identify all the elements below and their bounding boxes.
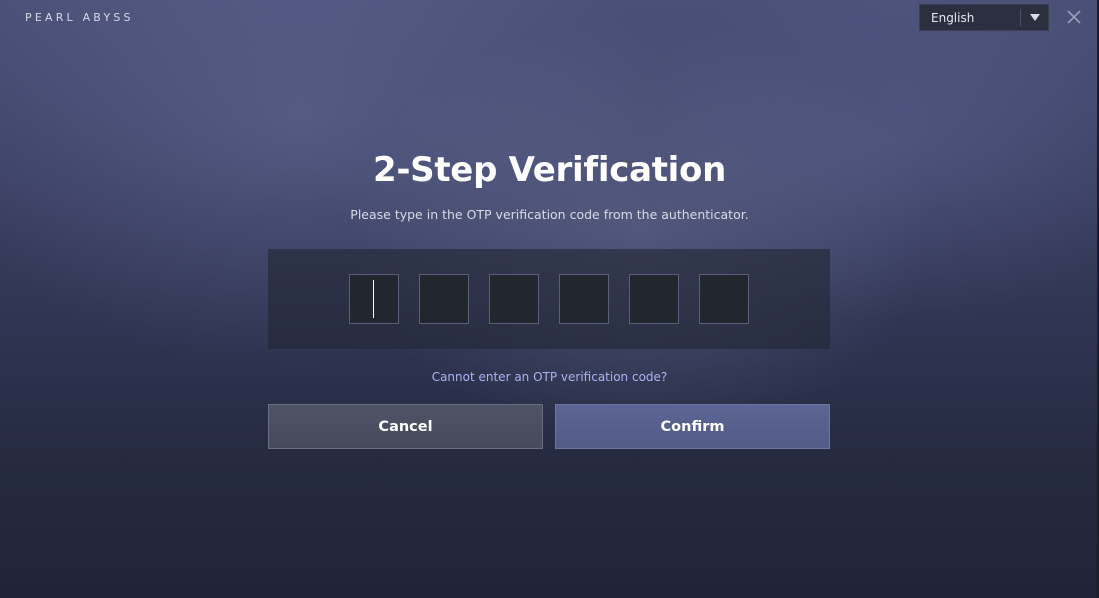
close-icon[interactable] [1064, 7, 1084, 27]
caret-down-icon[interactable] [1021, 14, 1048, 21]
otp-input-panel [268, 249, 830, 349]
otp-digit-6[interactable] [699, 274, 749, 324]
language-select[interactable]: English [919, 4, 1049, 31]
otp-digit-2[interactable] [419, 274, 469, 324]
page-subtitle: Please type in the OTP verification code… [350, 207, 749, 222]
language-select-value: English [931, 10, 975, 25]
otp-digit-1[interactable] [349, 274, 399, 324]
otp-digit-3[interactable] [489, 274, 539, 324]
confirm-button[interactable]: Confirm [555, 404, 830, 449]
otp-digit-4[interactable] [559, 274, 609, 324]
otp-digit-5[interactable] [629, 274, 679, 324]
otp-help-link[interactable]: Cannot enter an OTP verification code? [0, 370, 1099, 384]
page-title: 2-Step Verification [373, 150, 726, 190]
cancel-button[interactable]: Cancel [268, 404, 543, 449]
brand-logo: PEARL ABYSS [25, 11, 134, 24]
